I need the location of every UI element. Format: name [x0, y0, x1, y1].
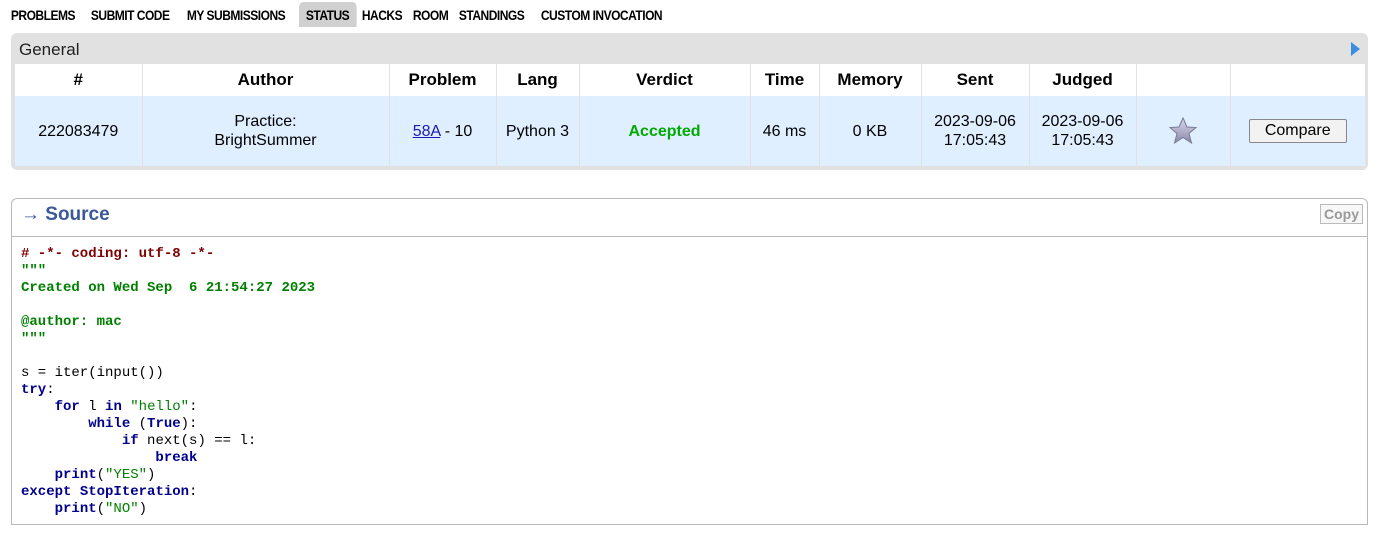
code-token: l: [79, 399, 106, 415]
source-panel: → Source Copy # -*- coding: utf-8 -*- ""…: [11, 198, 1368, 525]
problem-link[interactable]: 58A: [413, 123, 441, 140]
author-party-type: Practice:: [234, 113, 297, 130]
code-keyword: print: [54, 501, 97, 517]
submission-table: # Author Problem Lang Verdict Time Memor…: [15, 64, 1365, 166]
col-problem: Problem: [389, 64, 497, 96]
code-keyword: if: [121, 433, 139, 449]
nav-my-submissions[interactable]: My Submissions: [180, 2, 293, 27]
author-cell: Practice: BrightSummer: [142, 96, 390, 166]
code-line: Created on Wed Sep 6 21:54:27 2023: [21, 280, 316, 296]
code-line: @author: mac: [21, 314, 122, 330]
code-token: :: [46, 382, 55, 398]
nav-submit-code[interactable]: Submit Code: [84, 2, 177, 27]
code-keyword: StopIteration: [79, 484, 190, 500]
source-code[interactable]: # -*- coding: utf-8 -*- """ Created on W…: [21, 246, 315, 518]
col-favorite: [1136, 64, 1231, 96]
code-token: ):: [180, 416, 198, 432]
code-keyword: while: [88, 416, 131, 432]
code-keyword: print: [54, 467, 97, 483]
code-keyword: except: [21, 484, 72, 500]
compare-button[interactable]: Compare: [1248, 119, 1347, 143]
col-memory: Memory: [819, 64, 922, 96]
code-line: """: [21, 263, 47, 279]
expand-arrow-icon[interactable]: [1351, 42, 1360, 56]
nav-custom-invocation[interactable]: Custom Invocation: [534, 2, 670, 27]
table-header-row: # Author Problem Lang Verdict Time Memor…: [15, 64, 1365, 96]
code-token: (: [96, 467, 106, 483]
submission-id: 222083479: [15, 96, 143, 166]
code-keyword: True: [147, 416, 181, 432]
code-token: next(s) == l:: [138, 433, 257, 449]
table-row: 222083479 Practice: BrightSummer 58A - 1…: [15, 96, 1365, 166]
lang-cell: Python 3: [496, 96, 580, 166]
sent-cell: 2023-09-06 17:05:43: [921, 96, 1030, 166]
problem-points: - 10: [440, 122, 473, 140]
col-author: Author: [142, 64, 390, 96]
col-id: #: [15, 64, 143, 96]
source-title: → Source: [21, 204, 110, 225]
code-string: "NO": [105, 501, 139, 517]
nav-status[interactable]: Status: [299, 1, 358, 27]
judged-cell: 2023-09-06 17:05:43: [1029, 96, 1137, 166]
code-keyword: for: [54, 399, 80, 415]
code-token: (: [96, 501, 106, 517]
copy-button[interactable]: Copy: [1320, 204, 1363, 224]
code-line: # -*- coding: utf-8 -*-: [21, 246, 215, 262]
nav-room[interactable]: Room: [406, 2, 456, 27]
general-title: General: [19, 40, 80, 59]
nav-problems[interactable]: Problems: [4, 2, 83, 27]
col-sent: Sent: [921, 64, 1030, 96]
code-line: s = iter(input()): [21, 365, 164, 381]
col-compare: [1230, 64, 1365, 96]
source-header: → Source Copy: [12, 199, 1367, 237]
code-string: "hello": [130, 399, 190, 415]
code-token: (: [130, 416, 148, 432]
code-token: ): [147, 467, 156, 483]
problem-cell: 58A - 10: [389, 96, 497, 166]
star-icon[interactable]: [1136, 96, 1231, 166]
nav-standings[interactable]: Standings: [452, 2, 532, 27]
code-keyword: try: [21, 382, 47, 398]
code-token: :: [189, 399, 198, 415]
time-cell: 46 ms: [750, 96, 820, 166]
col-verdict: Verdict: [579, 64, 751, 96]
memory-cell: 0 KB: [819, 96, 922, 166]
compare-cell: Compare: [1230, 96, 1365, 166]
code-token: :: [189, 484, 198, 500]
nav-hacks[interactable]: Hacks: [355, 2, 410, 27]
top-nav: Problems Submit Code My Submissions Stat…: [4, 1, 679, 27]
code-keyword: break: [155, 450, 198, 466]
general-panel: General # Author Problem Lang Verdict Ti…: [11, 33, 1368, 170]
col-judged: Judged: [1029, 64, 1137, 96]
code-keyword: in: [105, 399, 122, 415]
col-time: Time: [750, 64, 820, 96]
code-line: """: [21, 331, 47, 347]
code-string: "YES": [105, 467, 148, 483]
verdict-cell: Accepted: [579, 96, 751, 166]
col-lang: Lang: [496, 64, 580, 96]
author-handle[interactable]: BrightSummer: [147, 131, 385, 150]
code-token: ): [138, 501, 148, 517]
